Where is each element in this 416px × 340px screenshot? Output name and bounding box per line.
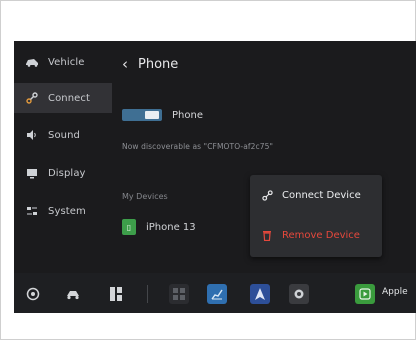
sidebar-item-display[interactable]: Display (14, 158, 112, 188)
sidebar-item-label: System (48, 205, 86, 217)
link-icon (24, 92, 40, 104)
connect-device-button[interactable]: Connect Device (250, 181, 382, 209)
sidebar-item-label: Display (48, 167, 86, 179)
car-icon (24, 57, 40, 67)
navigation-icon[interactable] (250, 284, 270, 304)
carplay-icon[interactable] (355, 284, 375, 304)
remove-device-label: Remove Device (282, 229, 360, 241)
sidebar-item-sound[interactable]: Sound (14, 120, 112, 150)
apps-icon[interactable] (169, 284, 189, 304)
sidebar-item-system[interactable]: System (14, 196, 112, 226)
phone-toggle[interactable] (122, 109, 162, 121)
motorcycle-icon[interactable] (64, 285, 82, 303)
sidebar-item-connect[interactable]: Connect (14, 83, 112, 113)
connect-device-label: Connect Device (282, 189, 361, 201)
my-devices-heading: My Devices (122, 192, 168, 201)
sliders-icon (24, 205, 40, 217)
sidebar-item-label: Sound (48, 129, 80, 141)
settings-icon[interactable] (289, 284, 309, 304)
device-context-menu: Connect Device Remove Device (250, 175, 382, 257)
phone-icon: ▯ (122, 219, 136, 235)
camera-icon[interactable] (24, 285, 42, 303)
phone-toggle-row: Phone (122, 109, 203, 121)
toggle-knob (145, 111, 159, 119)
apple-carplay-label: Apple (382, 287, 408, 297)
device-item-iphone[interactable]: ▯ iPhone 13 (122, 219, 196, 235)
sidebar-item-vehicle[interactable]: Vehicle (14, 47, 112, 77)
sidebar-item-label: Vehicle (48, 56, 85, 68)
chart-icon[interactable] (207, 284, 227, 304)
page-title: Phone (138, 56, 179, 72)
display-icon (24, 168, 40, 179)
sidebar-item-label: Connect (48, 92, 91, 104)
speaker-icon (24, 129, 40, 141)
device-name: iPhone 13 (146, 221, 196, 233)
chevron-left-icon[interactable]: ‹ (122, 55, 128, 73)
page-header: ‹ Phone (122, 53, 178, 75)
bottom-dock: Apple (14, 273, 416, 313)
discoverable-status: Now discoverable as "CFMOTO-af2c75" (122, 142, 274, 151)
grid-icon[interactable] (107, 285, 125, 303)
dock-divider (147, 285, 148, 303)
trash-icon (260, 230, 274, 241)
infotainment-screen: Vehicle Connect Sound Display System ‹ P… (14, 41, 416, 313)
phone-toggle-label: Phone (172, 109, 203, 121)
remove-device-button[interactable]: Remove Device (250, 221, 382, 249)
link-icon (260, 189, 274, 201)
sidebar: Vehicle Connect Sound Display System (14, 41, 112, 273)
